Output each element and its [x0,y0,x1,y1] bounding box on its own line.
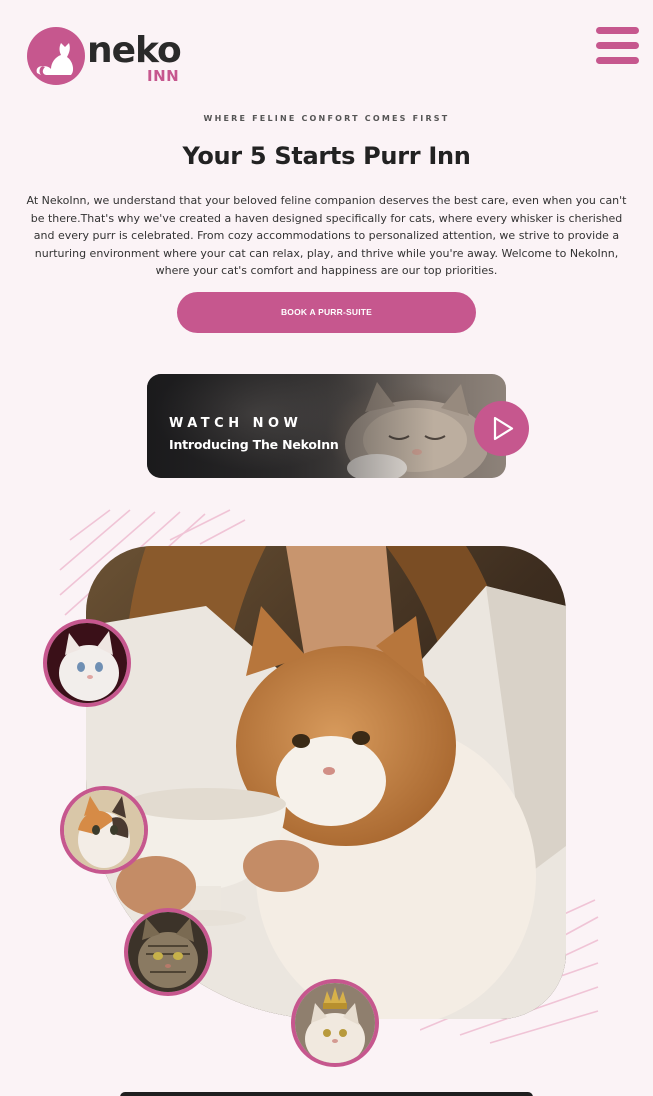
video-title: Introducing The NekoInn [169,437,339,452]
brand-logo[interactable]: neko INN [27,27,187,87]
brand-name: neko [87,30,182,71]
book-suite-button[interactable]: BOOK A PURR-SUITE [177,292,476,333]
page-title: Your 5 Starts Purr Inn [182,142,471,170]
site-header: neko INN [0,0,653,100]
video-card[interactable]: WATCH NOW Introducing The NekoInn [147,374,506,478]
video-eyebrow: WATCH NOW [169,416,303,431]
calico-kitten-photo[interactable] [60,786,148,874]
tabby-cat-photo[interactable] [124,908,212,996]
white-kitten-photo[interactable] [43,619,131,707]
crowned-cat-photo[interactable] [291,979,379,1067]
intro-paragraph: At NekoInn, we understand that your belo… [26,194,627,277]
next-section-bar [120,1092,533,1096]
cat-silhouette-icon [27,27,85,85]
eyebrow-text: WHERE FELINE CONFORT COMES FIRST [203,114,450,123]
brand-sub: INN [147,67,180,85]
hamburger-menu-icon[interactable] [596,27,639,65]
play-icon[interactable] [474,401,529,456]
